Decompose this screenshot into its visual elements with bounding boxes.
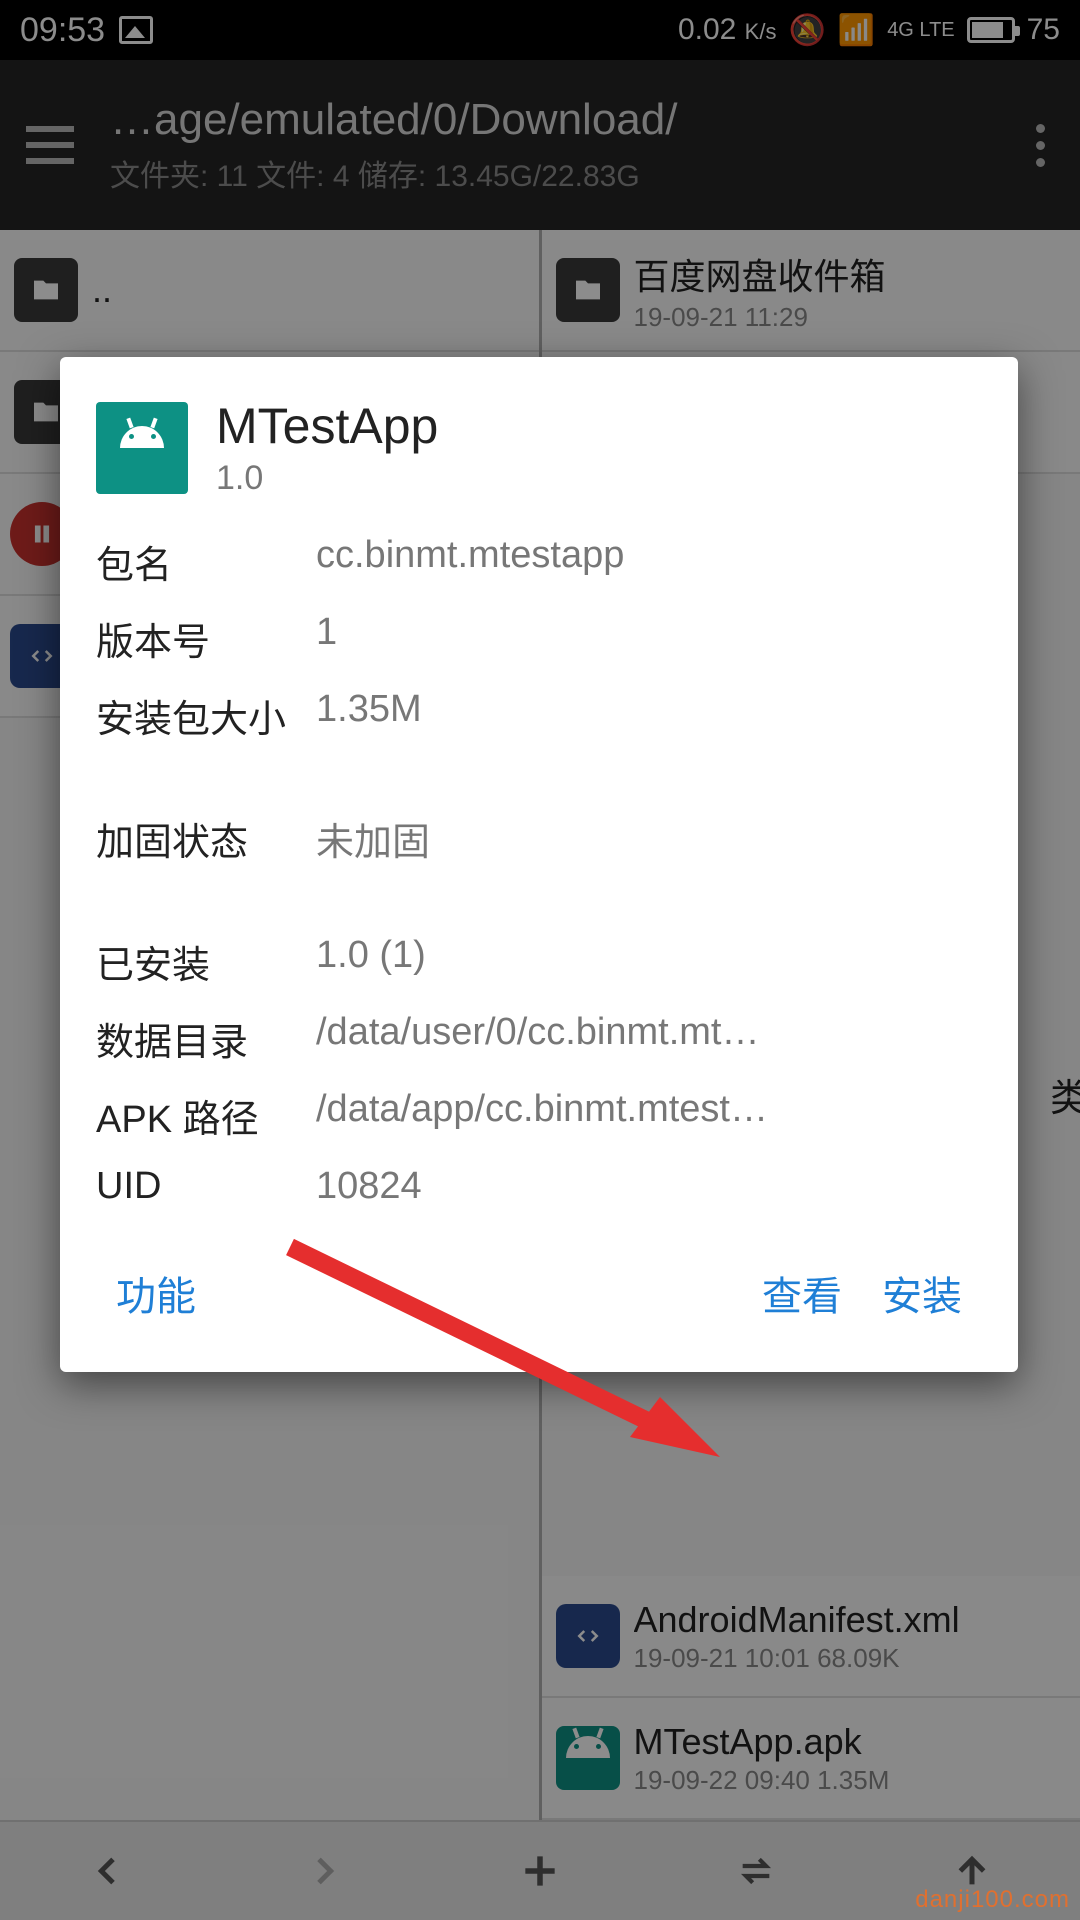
value-uid: 10824 xyxy=(316,1165,982,1208)
value-package: cc.binmt.mtestapp xyxy=(316,534,982,589)
value-version-code: 1 xyxy=(316,611,982,666)
label-size: 安装包大小 xyxy=(96,688,316,743)
label-harden: 加固状态 xyxy=(96,811,316,866)
value-size: 1.35M xyxy=(316,688,982,743)
value-installed: 1.0 (1) xyxy=(316,934,982,989)
label-package: 包名 xyxy=(96,534,316,589)
app-icon xyxy=(96,402,188,494)
value-harden: 未加固 xyxy=(316,811,982,866)
view-button[interactable]: 查看 xyxy=(742,1254,862,1332)
dialog-info-grid: 包名 cc.binmt.mtestapp 版本号 1 安装包大小 1.35M 加… xyxy=(96,534,982,1208)
watermark: danji100.com xyxy=(915,1886,1070,1914)
label-version-code: 版本号 xyxy=(96,611,316,666)
value-apkpath: /data/app/cc.binmt.mtest… xyxy=(316,1088,982,1143)
label-apkpath: APK 路径 xyxy=(96,1088,316,1143)
function-button[interactable]: 功能 xyxy=(96,1254,216,1332)
label-installed: 已安装 xyxy=(96,934,316,989)
dialog-app-name: MTestApp xyxy=(216,397,438,455)
value-datadir: /data/user/0/cc.binmt.mt… xyxy=(316,1011,982,1066)
label-uid: UID xyxy=(96,1165,316,1208)
label-datadir: 数据目录 xyxy=(96,1011,316,1066)
dialog-app-version: 1.0 xyxy=(216,459,438,498)
apk-info-dialog: MTestApp 1.0 包名 cc.binmt.mtestapp 版本号 1 … xyxy=(60,357,1018,1372)
install-button[interactable]: 安装 xyxy=(862,1254,982,1332)
